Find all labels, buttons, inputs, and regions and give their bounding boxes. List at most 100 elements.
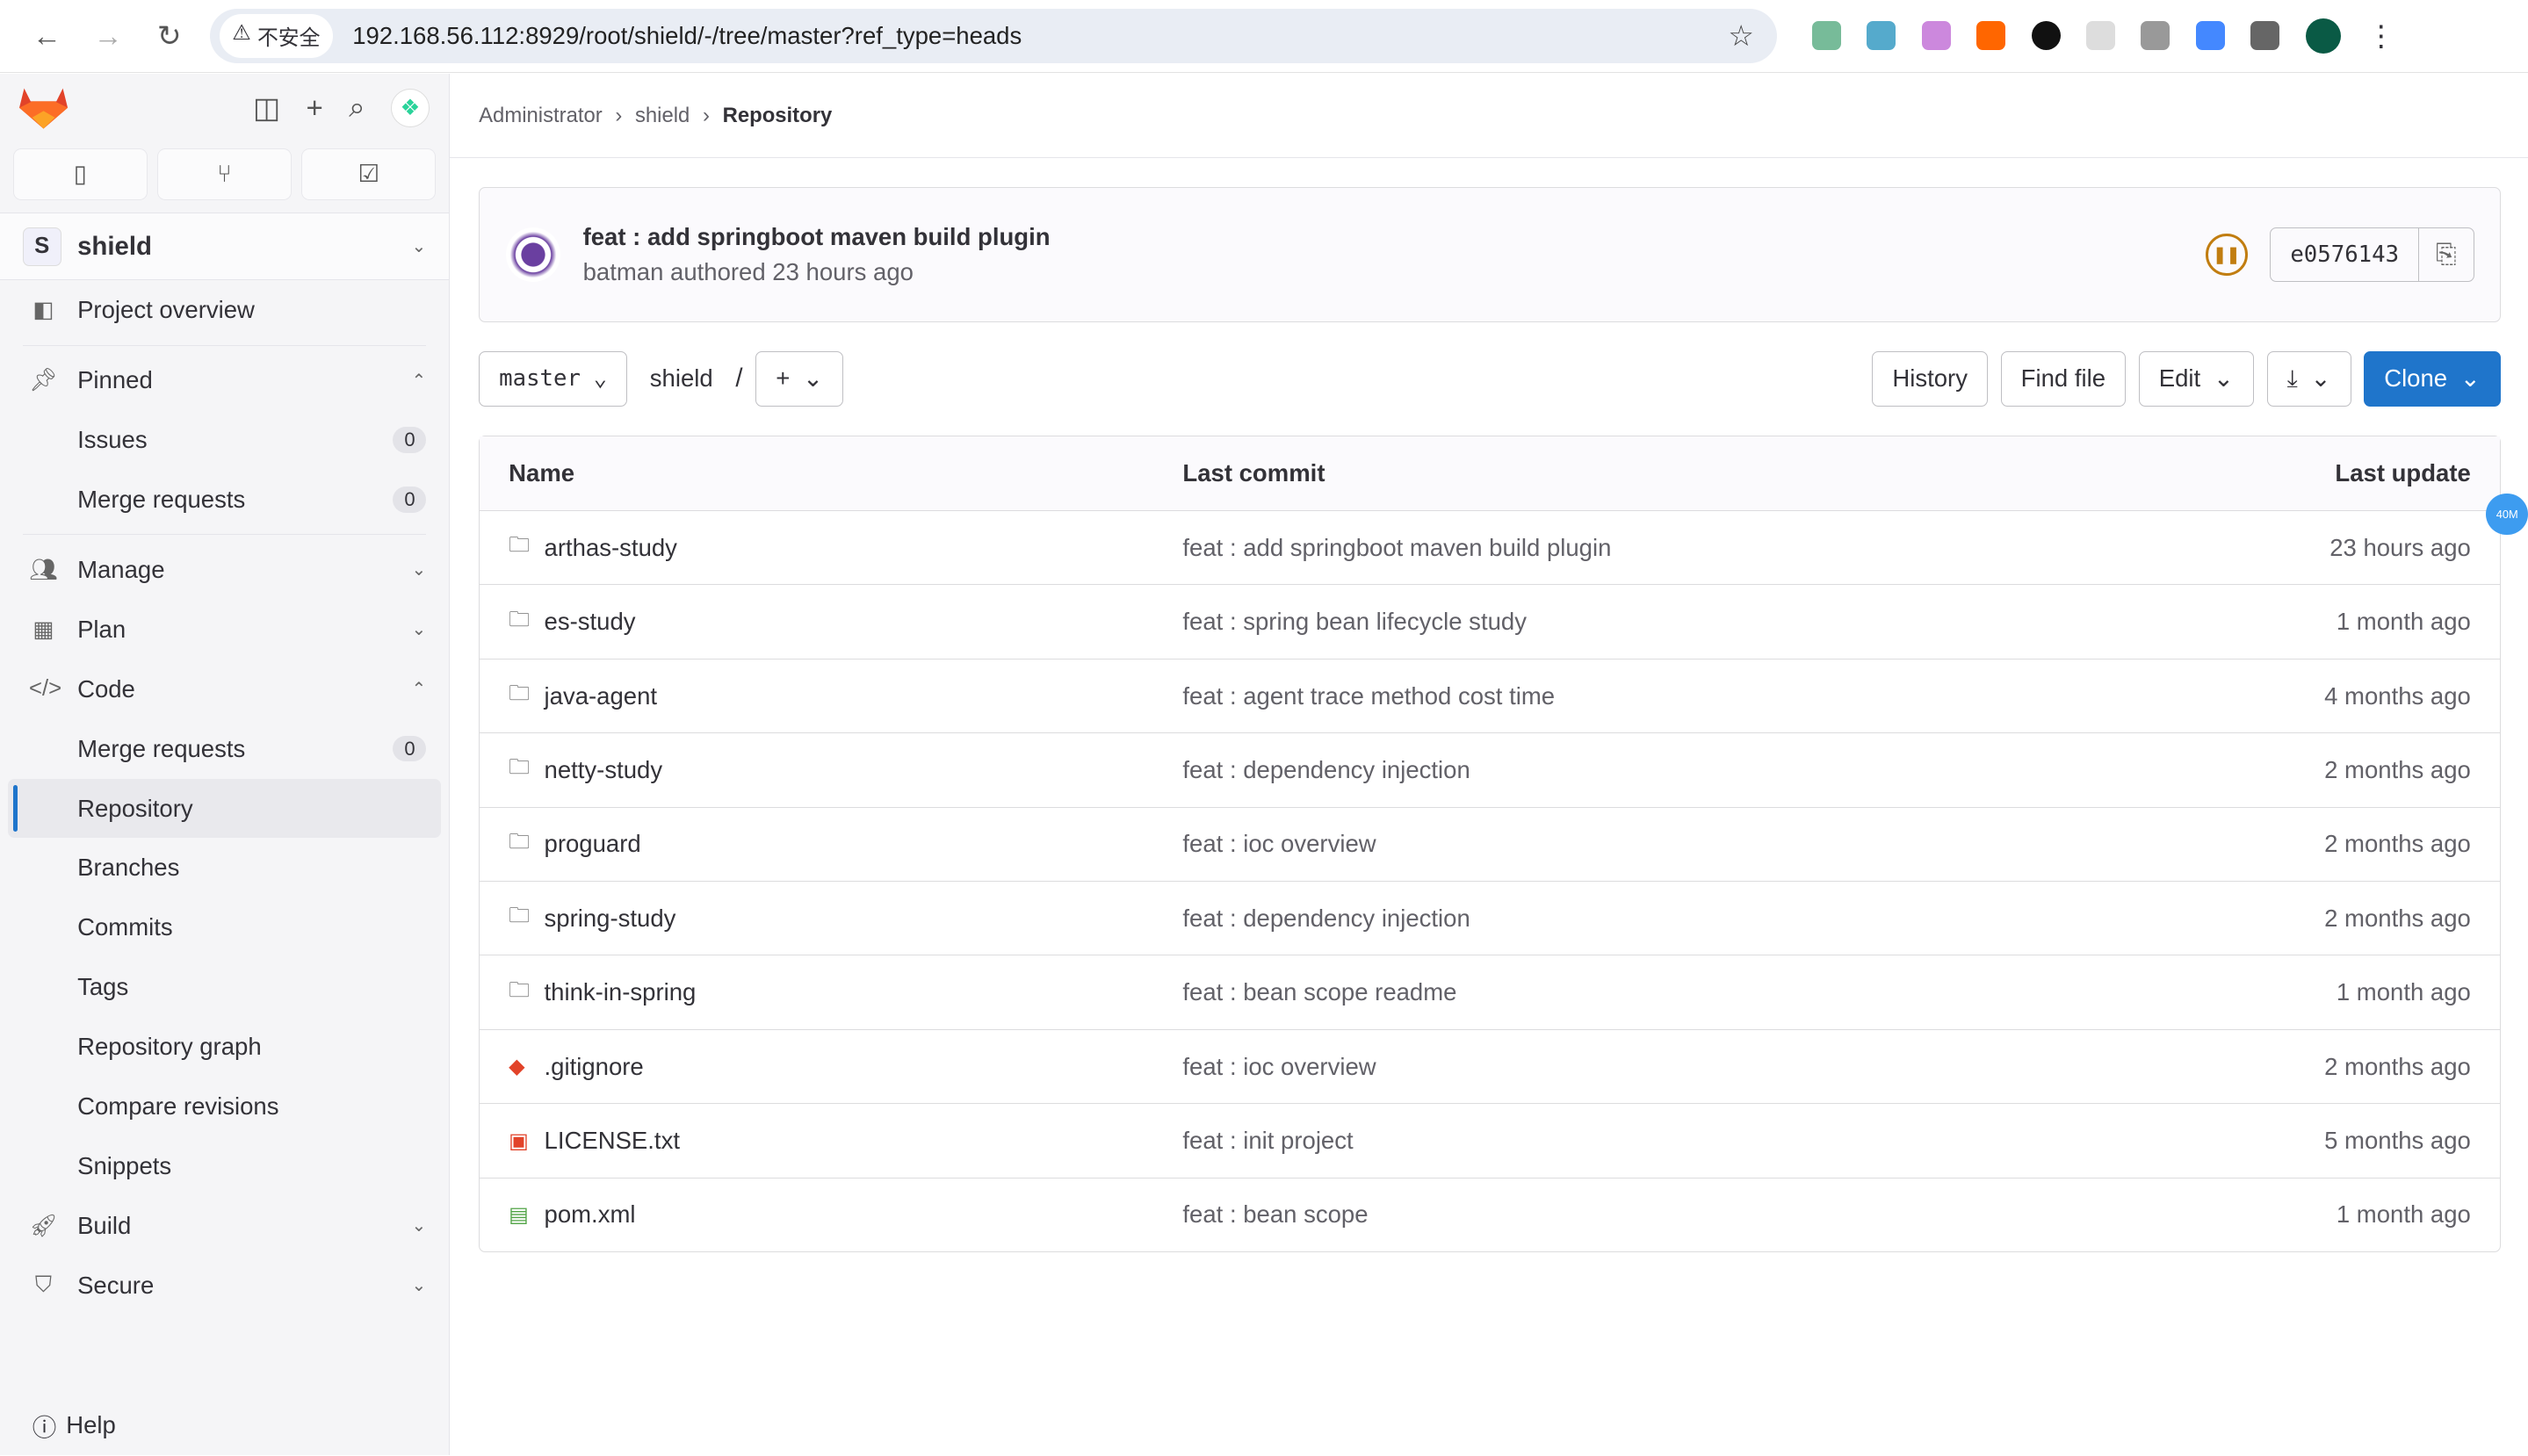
breadcrumb-link[interactable]: Administrator <box>479 104 603 128</box>
table-row[interactable]: 🗀 spring-study feat : dependency injection… <box>480 881 2500 955</box>
commit-link[interactable]: feat : ioc overview <box>1182 830 2324 858</box>
puzzle-icon[interactable] <box>2250 21 2280 51</box>
edit-dropdown[interactable]: Edit ⌄ <box>2138 351 2254 407</box>
table-row[interactable]: ▤ pom.xml feat : bean scope 1 month ago <box>480 1177 2500 1251</box>
sidebar-item-commits[interactable]: Commits <box>0 897 449 957</box>
chevron-up-icon: ⌃ <box>411 680 427 700</box>
sidebar-item-issues[interactable]: Issues 0 <box>0 410 449 470</box>
add-dropdown[interactable]: + ⌄ <box>755 351 844 407</box>
code-icon: </> <box>29 676 62 702</box>
file-name-link[interactable]: arthas-study <box>545 534 677 562</box>
help-button[interactable]: ⓘ Help <box>33 1408 116 1443</box>
sidebar-item-pinned[interactable]: 📌︎ Pinned ⌃ <box>0 350 449 410</box>
sidebar-item-snippets[interactable]: Snippets <box>0 1136 449 1196</box>
extension-icon[interactable] <box>2085 21 2115 51</box>
sidebar-item-compare-revisions[interactable]: Compare revisions <box>0 1077 449 1136</box>
warning-icon: ⚠ <box>232 21 251 46</box>
sidebar-item-code[interactable]: </> Code ⌃ <box>0 660 449 719</box>
sidebar-item-secure[interactable]: ⛉ Secure ⌄ <box>0 1256 449 1315</box>
table-row[interactable]: 🗀 think-in-spring feat : bean scope readme… <box>480 955 2500 1028</box>
back-icon[interactable]: ← <box>16 19 77 53</box>
breadcrumb-current[interactable]: Repository <box>723 104 833 128</box>
plus-icon: + <box>776 364 791 393</box>
project-switcher[interactable]: S shield ⌄ <box>0 213 450 281</box>
security-indicator[interactable]: ⚠ 不安全 <box>219 13 334 58</box>
menu-icon[interactable]: ⋮ <box>2366 18 2395 53</box>
breadcrumb: Administrator › shield › Repository <box>450 74 2528 158</box>
extension-icon[interactable] <box>1976 21 2006 51</box>
table-row[interactable]: 🗀 java-agent feat : agent trace method cos… <box>480 658 2500 732</box>
extension-icon[interactable] <box>1812 21 1842 51</box>
clone-dropdown[interactable]: Clone ⌄ <box>2364 351 2501 407</box>
find-file-button[interactable]: Find file <box>2000 351 2127 407</box>
floating-badge[interactable]: 40M <box>2486 493 2528 536</box>
commit-link[interactable]: feat : bean scope readme <box>1182 978 2336 1006</box>
copy-icon[interactable]: ⎘ <box>2418 227 2473 282</box>
sidebar-item-merge-requests-pinned[interactable]: Merge requests 0 <box>0 470 449 530</box>
sidebar-item-branches[interactable]: Branches <box>0 838 449 897</box>
file-name-link[interactable]: spring-study <box>545 905 676 933</box>
extension-icon[interactable] <box>1921 21 1951 51</box>
bookmark-star-icon[interactable]: ☆ <box>1728 18 1754 53</box>
issues-button[interactable]: ▯ <box>12 148 148 200</box>
forward-icon[interactable]: → <box>77 19 139 53</box>
file-name-link[interactable]: LICENSE.txt <box>545 1127 680 1155</box>
author-avatar[interactable] <box>505 227 560 283</box>
avatar[interactable]: ❖ <box>391 88 430 127</box>
commit-link[interactable]: feat : dependency injection <box>1182 756 2324 784</box>
sidebar-item-plan[interactable]: ▦ Plan ⌄ <box>0 600 449 660</box>
table-row[interactable]: 🗀 arthas-study feat : add springboot maven… <box>480 509 2500 584</box>
file-name-link[interactable]: pom.xml <box>545 1200 636 1229</box>
reload-icon[interactable]: ↻ <box>139 18 200 53</box>
profile-avatar[interactable] <box>2305 18 2341 54</box>
commit-link[interactable]: feat : dependency injection <box>1182 905 2324 933</box>
plus-icon[interactable]: + <box>307 91 323 125</box>
file-name-link[interactable]: think-in-spring <box>545 978 697 1006</box>
merge-requests-button[interactable]: ⑂ <box>156 148 293 200</box>
todo-button[interactable]: ☑ <box>301 148 437 200</box>
table-row[interactable]: 🗀 es-study feat : spring bean lifecycle st… <box>480 584 2500 658</box>
pipeline-paused-icon[interactable]: ❚❚ <box>2205 234 2248 276</box>
sidebar-item-repository-graph[interactable]: Repository graph <box>0 1017 449 1077</box>
gitlab-logo-icon[interactable] <box>19 85 69 130</box>
sidebar-toggle-icon[interactable]: ◫ <box>253 90 280 125</box>
extension-icon[interactable] <box>1867 21 1896 51</box>
sidebar-item-tags[interactable]: Tags <box>0 957 449 1017</box>
sidebar-item-build[interactable]: 🚀︎ Build ⌄ <box>0 1196 449 1256</box>
commit-link[interactable]: feat : bean scope <box>1182 1200 2336 1229</box>
commit-link[interactable]: feat : add springboot maven build plugin <box>1182 534 2329 562</box>
extension-icon[interactable] <box>2141 21 2170 51</box>
table-row[interactable]: ◆ .gitignore feat : ioc overview 2 months a… <box>480 1028 2500 1103</box>
sidebar-item-merge-requests[interactable]: Merge requests 0 <box>0 719 449 779</box>
download-icon: ⤓ <box>2286 364 2298 392</box>
file-name-link[interactable]: netty-study <box>545 756 663 784</box>
sidebar-item-repository[interactable]: Repository <box>8 778 441 839</box>
commit-author[interactable]: batman <box>583 258 664 285</box>
address-bar[interactable]: ⚠ 不安全 192.168.56.112:8929/root/shield/-/t… <box>209 8 1777 63</box>
sidebar-item-project-overview[interactable]: ◧ Project overview <box>0 280 449 340</box>
commit-link[interactable]: feat : init project <box>1182 1127 2324 1155</box>
extension-icon[interactable] <box>2195 21 2225 51</box>
branch-selector[interactable]: master ⌄ <box>479 351 628 407</box>
file-name-link[interactable]: proguard <box>545 830 641 858</box>
table-row[interactable]: 🗀 netty-study feat : dependency injection 2… <box>480 732 2500 806</box>
commit-link[interactable]: feat : agent trace method cost time <box>1182 682 2324 710</box>
commit-link[interactable]: feat : spring bean lifecycle study <box>1182 608 2336 636</box>
download-dropdown[interactable]: ⤓ ⌄ <box>2266 351 2351 407</box>
path-root[interactable]: shield <box>650 364 713 393</box>
breadcrumb-link[interactable]: shield <box>635 104 690 128</box>
file-name-link[interactable]: .gitignore <box>545 1053 644 1081</box>
sidebar-item-manage[interactable]: 👥︎ Manage ⌄ <box>0 540 449 600</box>
history-button[interactable]: History <box>1872 351 1988 407</box>
url-text[interactable]: 192.168.56.112:8929/root/shield/-/tree/m… <box>352 22 1728 50</box>
file-name-link[interactable]: es-study <box>545 608 636 636</box>
file-name-link[interactable]: java-agent <box>545 682 658 710</box>
commit-title[interactable]: feat : add springboot maven build plugin <box>583 223 1051 251</box>
search-icon[interactable]: ⌕ <box>349 90 365 125</box>
extension-icon[interactable] <box>2031 21 2061 51</box>
table-row[interactable]: ▣ LICENSE.txt feat : init project 5 months … <box>480 1103 2500 1177</box>
commit-link[interactable]: feat : ioc overview <box>1182 1053 2324 1081</box>
folder-icon: 🗀 <box>509 533 531 558</box>
table-row[interactable]: 🗀 proguard feat : ioc overview 2 months ago <box>480 806 2500 881</box>
last-update: 23 hours ago <box>2329 533 2471 561</box>
